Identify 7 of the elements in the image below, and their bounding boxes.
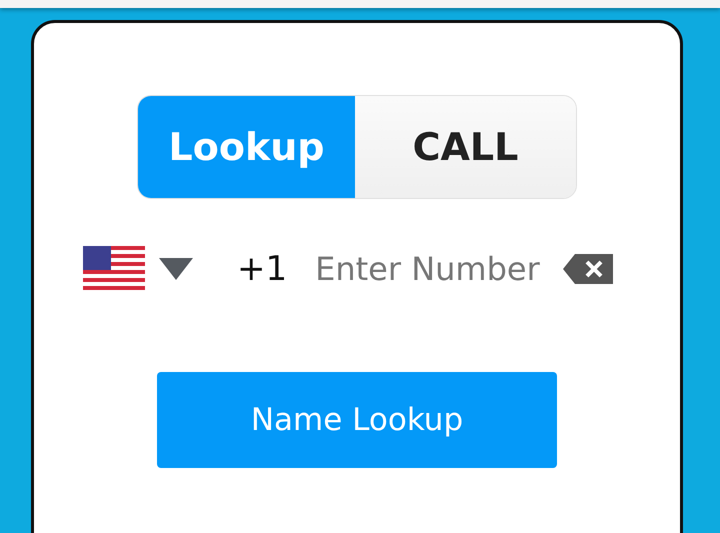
country-code: +1 [237,249,288,289]
name-lookup-button[interactable]: Name Lookup [157,372,557,468]
mode-tab[interactable]: CALL [355,96,576,198]
caret-icon[interactable] [159,258,193,280]
backspace-icon[interactable] [563,254,614,284]
mode-tab[interactable]: Lookup [138,96,355,198]
flag-icon[interactable] [83,246,145,292]
